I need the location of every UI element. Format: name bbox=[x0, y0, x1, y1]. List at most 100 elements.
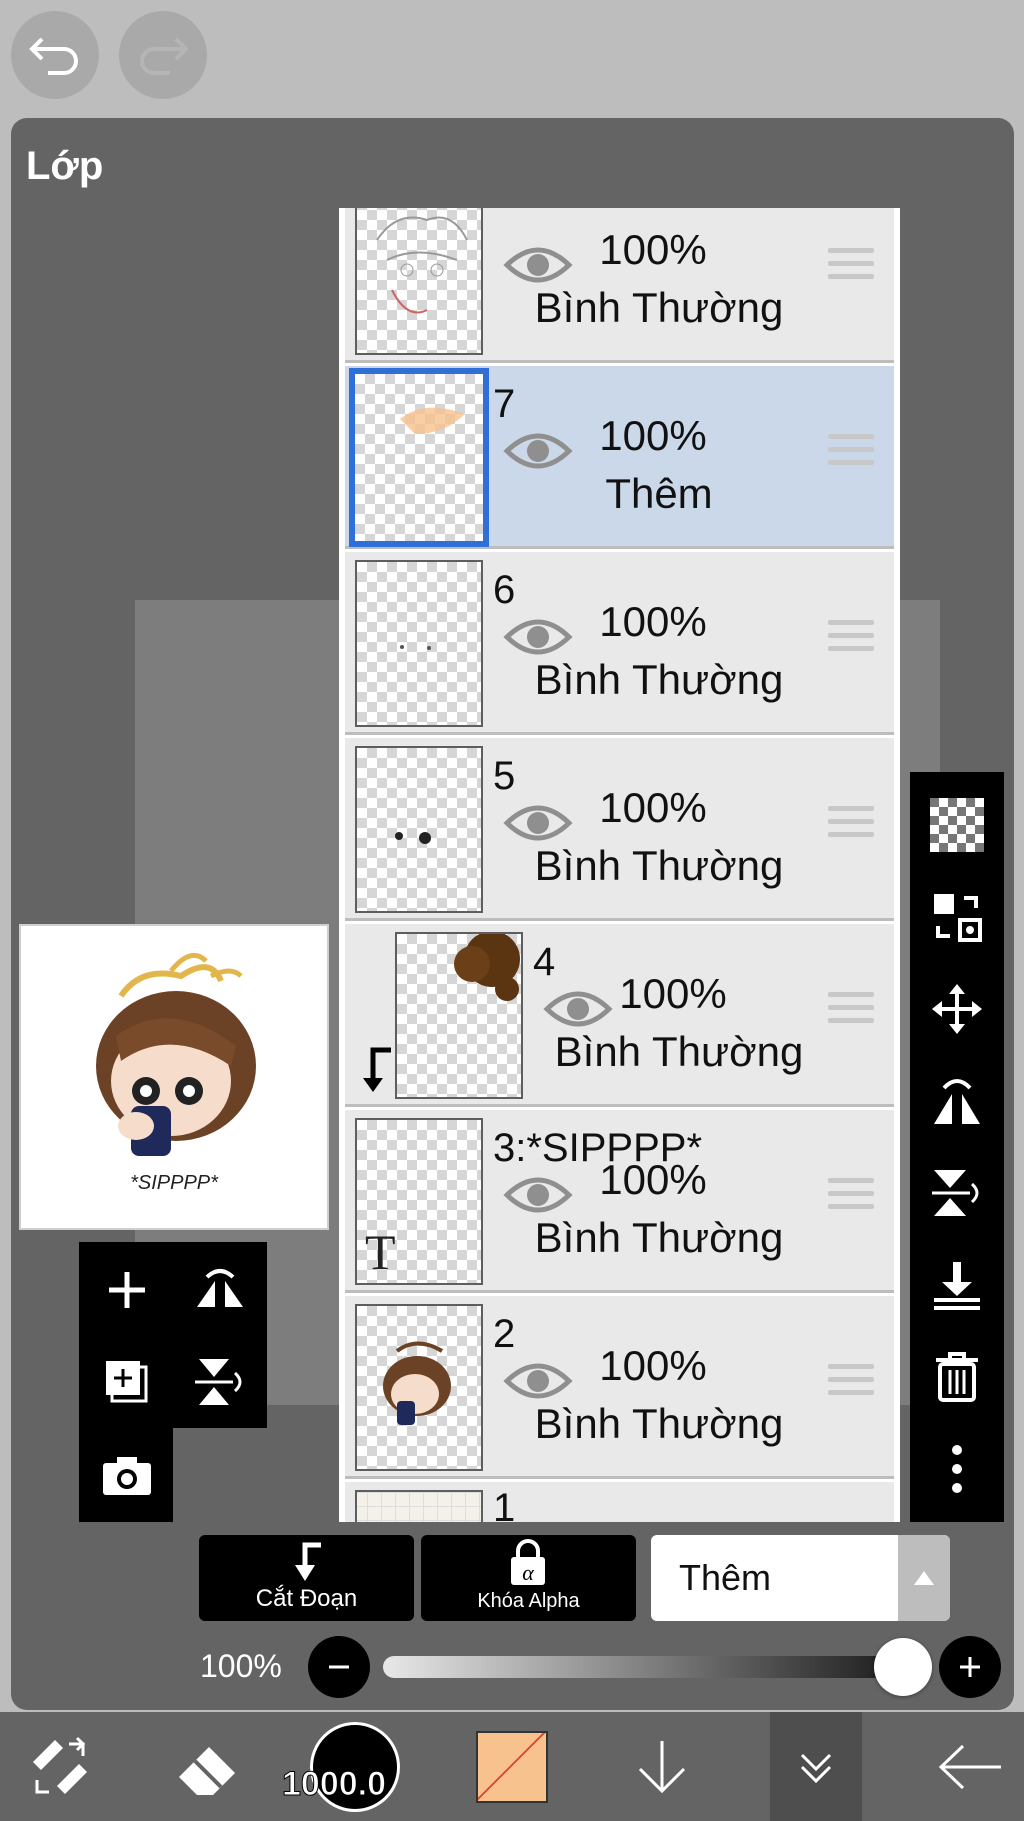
right-toolbar bbox=[910, 772, 1004, 1522]
camera-button[interactable] bbox=[92, 1441, 162, 1511]
svg-text:α: α bbox=[522, 1560, 534, 1585]
layer-thumbnail bbox=[355, 1304, 483, 1471]
text-layer-icon: T bbox=[365, 1224, 396, 1280]
drag-handle-icon[interactable] bbox=[828, 1364, 874, 1400]
more-button[interactable] bbox=[922, 1434, 992, 1504]
flip-v-button[interactable] bbox=[922, 1158, 992, 1228]
flip-layer-v-button[interactable] bbox=[185, 1347, 255, 1417]
layer-row[interactable]: 100% Bình Thường bbox=[345, 208, 894, 363]
add-layer-button[interactable] bbox=[92, 1255, 162, 1325]
layer-row-selected[interactable]: 7 100% Thêm bbox=[345, 366, 894, 549]
merge-down-icon bbox=[934, 1262, 980, 1310]
flip-layer-h-button[interactable] bbox=[185, 1255, 255, 1325]
lock-icon: α bbox=[511, 1539, 545, 1585]
clipping-button[interactable]: Cắt Đoạn bbox=[199, 1535, 414, 1621]
brush-size-value: 1000.0 bbox=[282, 1765, 387, 1804]
blend-mode-select[interactable]: Thêm bbox=[651, 1535, 950, 1621]
duplicate-layer-button[interactable] bbox=[92, 1347, 162, 1417]
clipping-icon bbox=[295, 1542, 321, 1581]
flip-h-button[interactable] bbox=[922, 1066, 992, 1136]
add-layer-copy-icon bbox=[106, 1361, 148, 1403]
drag-handle-icon[interactable] bbox=[828, 1178, 874, 1214]
color-button[interactable] bbox=[462, 1712, 562, 1821]
alpha-lock-label: Khóa Alpha bbox=[477, 1590, 580, 1612]
layer-row[interactable]: 2 100% Bình Thường bbox=[345, 1296, 894, 1479]
drag-handle-icon[interactable] bbox=[828, 992, 874, 1028]
layer-blend-mode: Bình Thường bbox=[534, 656, 784, 703]
layer-blend-mode: Bình Thường bbox=[534, 284, 784, 331]
layer-opacity: 100% bbox=[619, 970, 727, 1017]
layer-opacity: 100% bbox=[599, 412, 707, 459]
layer-thumbnail bbox=[355, 208, 483, 355]
layer-row[interactable]: 6 100% Bình Thường bbox=[345, 552, 894, 735]
layer-thumbnail bbox=[349, 368, 489, 547]
tool-select-button[interactable] bbox=[10, 1712, 110, 1821]
layer-blend-mode: Thêm bbox=[605, 470, 713, 517]
drag-handle-icon[interactable] bbox=[828, 248, 874, 284]
drag-handle-icon[interactable] bbox=[828, 434, 874, 470]
layer-row[interactable]: T 3:*SIPPPP* 100% Bình Thường bbox=[345, 1110, 894, 1293]
alpha-lock-button[interactable]: α Khóa Alpha bbox=[421, 1535, 636, 1621]
dropdown-arrow-icon[interactable] bbox=[898, 1535, 950, 1621]
layer-blend-mode: Bình Thường bbox=[534, 842, 784, 889]
trash-icon bbox=[936, 1352, 978, 1402]
camera-icon bbox=[103, 1457, 151, 1495]
clipping-label: Cắt Đoạn bbox=[255, 1585, 358, 1612]
redo-icon bbox=[140, 37, 189, 75]
layer-list[interactable]: 100% Bình Thường 7 100% Thêm 6 100% Bình… bbox=[339, 208, 900, 1522]
transform-button[interactable] bbox=[922, 882, 992, 952]
layer-down-button[interactable] bbox=[612, 1712, 712, 1821]
panel-title: Lớp bbox=[26, 144, 104, 188]
eraser-button[interactable] bbox=[160, 1712, 260, 1821]
minus-icon bbox=[329, 1665, 349, 1669]
back-icon bbox=[938, 1744, 1001, 1789]
layer-opacity: 100% bbox=[599, 226, 707, 273]
flip-vertical-icon bbox=[195, 1359, 242, 1405]
preview-caption: *SIPPPP* bbox=[130, 1172, 218, 1194]
back-button[interactable] bbox=[920, 1712, 1020, 1821]
merge-down-button[interactable] bbox=[922, 1250, 992, 1320]
layer-blend-mode: Bình Thường bbox=[534, 1400, 784, 1447]
canvas-preview[interactable]: *SIPPPP* bbox=[19, 924, 329, 1230]
opacity-slider-knob[interactable] bbox=[874, 1638, 932, 1696]
layer-opacity: 100% bbox=[599, 1156, 707, 1203]
eraser-icon bbox=[179, 1746, 235, 1795]
more-icon bbox=[952, 1445, 962, 1493]
blend-mode-value: Thêm bbox=[679, 1557, 772, 1598]
collapse-button[interactable] bbox=[770, 1712, 862, 1821]
add-layer-icon bbox=[109, 1272, 145, 1308]
layer-thumbnail bbox=[355, 560, 483, 727]
color-swatch bbox=[476, 1730, 548, 1803]
collapse-icon bbox=[800, 1753, 832, 1783]
move-button[interactable] bbox=[922, 974, 992, 1044]
opacity-decrease-button[interactable] bbox=[308, 1636, 370, 1698]
layer-row[interactable]: 5 100% Bình Thường bbox=[345, 738, 894, 921]
drag-handle-icon[interactable] bbox=[828, 806, 874, 842]
undo-button[interactable] bbox=[11, 11, 99, 99]
layer-blend-mode: Bình Thường bbox=[554, 1028, 804, 1075]
plus-icon bbox=[960, 1657, 980, 1677]
move-icon bbox=[932, 984, 982, 1034]
opacity-increase-button[interactable] bbox=[939, 1636, 1001, 1698]
clipping-arrow-icon bbox=[363, 1047, 391, 1092]
tool-select-icon bbox=[33, 1736, 87, 1794]
layer-blend-mode: Bình Thường bbox=[534, 1214, 784, 1261]
redo-button[interactable] bbox=[119, 11, 207, 99]
delete-layer-button[interactable] bbox=[922, 1342, 992, 1412]
layer-row[interactable]: 1 bbox=[345, 1482, 894, 1522]
layer-thumbnail bbox=[395, 932, 523, 1099]
flip-v-icon bbox=[932, 1170, 979, 1216]
layer-opacity: 100% bbox=[599, 1342, 707, 1389]
bottom-toolbar bbox=[0, 1712, 1024, 1821]
opacity-label: 100% bbox=[200, 1648, 282, 1684]
opacity-slider-track[interactable] bbox=[383, 1656, 903, 1678]
drag-handle-icon[interactable] bbox=[828, 620, 874, 656]
checkerboard-icon bbox=[930, 798, 984, 852]
layer-thumbnail: T bbox=[355, 1118, 483, 1285]
transform-icon bbox=[934, 894, 982, 942]
layer-thumbnail bbox=[355, 746, 483, 913]
layer-row-clipped[interactable]: 4 100% Bình Thường bbox=[345, 924, 894, 1107]
transparency-button[interactable] bbox=[922, 790, 992, 860]
layer-name: 1 bbox=[493, 1486, 516, 1522]
layer-opacity: 100% bbox=[599, 598, 707, 645]
